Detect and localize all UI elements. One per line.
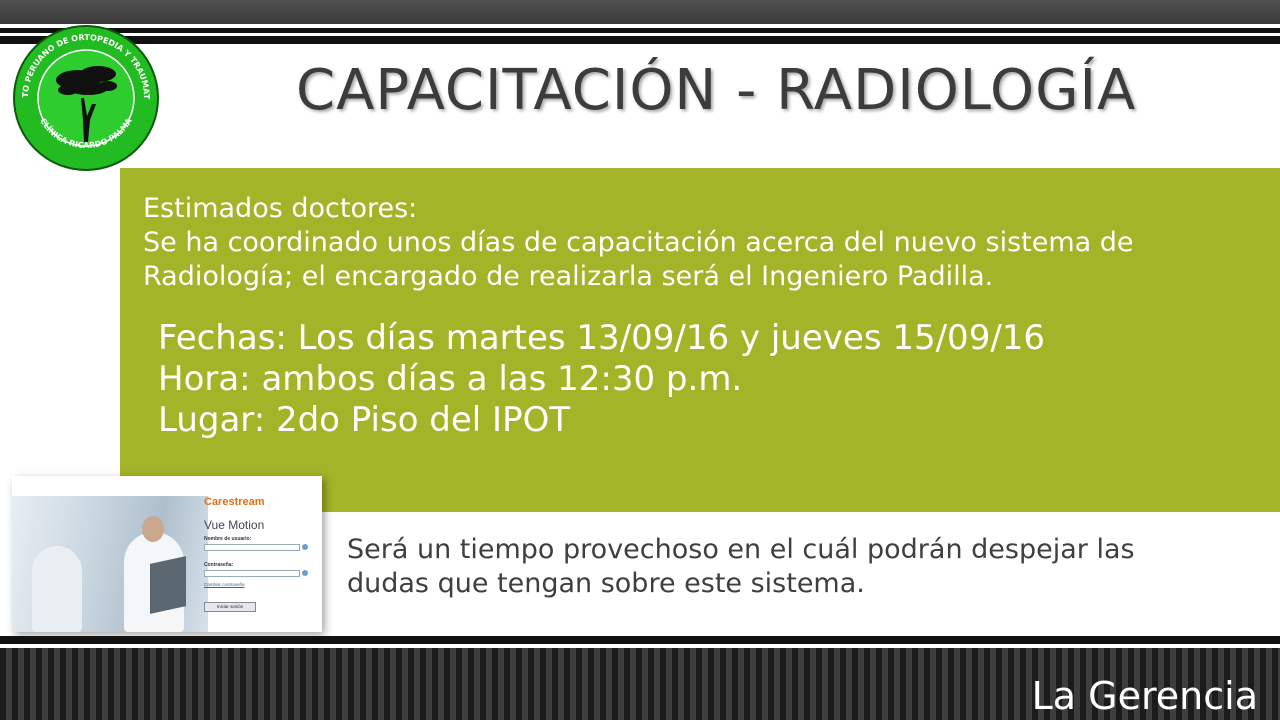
help-icon <box>302 570 308 576</box>
signature: La Gerencia <box>1031 674 1258 718</box>
login-button: Iniciar sesión <box>204 602 256 612</box>
top-bar <box>0 0 1280 24</box>
event-place: Lugar: 2do Piso del IPOT <box>158 400 571 440</box>
help-icon <box>302 544 308 550</box>
top-divider <box>0 28 1280 33</box>
username-field <box>204 544 300 551</box>
event-details: Fechas: Los días martes 13/09/16 y jueve… <box>158 318 1258 441</box>
product-name: Vue Motion <box>204 518 265 532</box>
closing-message: Será un tiempo provechoso en el cuál pod… <box>347 533 1247 601</box>
change-password-link: Cambiar contraseña <box>204 582 245 587</box>
password-label: Contraseña: <box>204 562 234 568</box>
closing-line: dudas que tengan sobre este sistema. <box>347 568 865 599</box>
announcement-intro: Estimados doctores: Se ha coordinado uno… <box>143 192 1263 294</box>
doctors-photo <box>12 496 208 632</box>
page-title: CAPACITACIÓN - RADIOLOGÍA <box>296 58 1137 123</box>
announcement-line: Se ha coordinado unos días de capacitaci… <box>143 227 1134 258</box>
institute-logo: INSTITUTO PERUANO DE ORTOPEDIA Y TRAUMAT… <box>9 15 160 172</box>
carestream-logo: Carestream <box>204 496 265 508</box>
event-dates: Fechas: Los días martes 13/09/16 y jueve… <box>158 318 1046 358</box>
software-screenshot: Carestream Vue Motion Nombre de usuario:… <box>12 476 322 632</box>
event-time: Hora: ambos días a las 12:30 p.m. <box>158 359 743 399</box>
greeting-text: Estimados doctores: <box>143 193 418 224</box>
top-divider-thick <box>0 36 1280 44</box>
bottom-divider <box>0 636 1280 644</box>
username-label: Nombre de usuario: <box>204 536 252 542</box>
announcement-line: Radiología; el encargado de realizarla s… <box>143 261 994 292</box>
closing-line: Será un tiempo provechoso en el cuál pod… <box>347 534 1135 565</box>
password-field <box>204 570 300 577</box>
